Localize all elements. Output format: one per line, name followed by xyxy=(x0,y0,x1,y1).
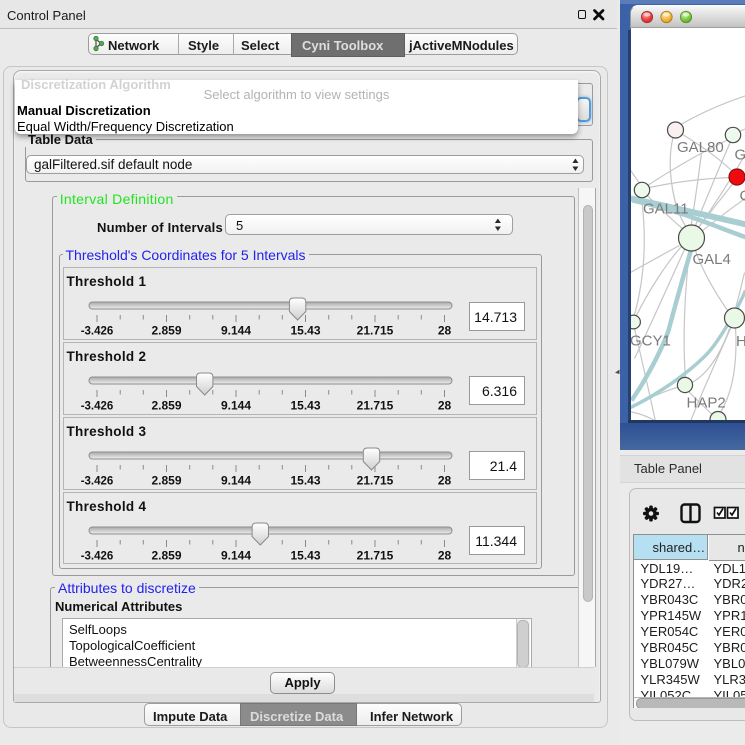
svg-text:9.144: 9.144 xyxy=(221,398,251,412)
svg-text:-3.426: -3.426 xyxy=(81,550,114,562)
svg-text:28: 28 xyxy=(438,398,452,412)
svg-text:GAL80: GAL80 xyxy=(677,139,724,156)
svg-text:-3.426: -3.426 xyxy=(81,326,114,338)
svg-text:28: 28 xyxy=(438,324,452,338)
svg-text:GA: GA xyxy=(734,146,745,163)
svg-text:15.43: 15.43 xyxy=(290,473,320,487)
svg-text:-3.426: -3.426 xyxy=(81,400,114,412)
svg-text:21.715: 21.715 xyxy=(357,398,394,412)
svg-text:HAP2: HAP2 xyxy=(686,394,725,411)
svg-text:15.43: 15.43 xyxy=(290,398,320,412)
svg-text:GAL4: GAL4 xyxy=(692,251,730,268)
svg-text:2.859: 2.859 xyxy=(151,398,181,412)
svg-text:GCY1: GCY1 xyxy=(631,332,671,349)
svg-text:GAL11: GAL11 xyxy=(643,200,689,217)
svg-text:2.859: 2.859 xyxy=(151,324,181,338)
svg-text:2.859: 2.859 xyxy=(151,473,181,487)
svg-text:9.144: 9.144 xyxy=(221,473,251,487)
svg-text:21.715: 21.715 xyxy=(357,548,394,562)
svg-text:9.144: 9.144 xyxy=(221,548,251,562)
svg-text:15.43: 15.43 xyxy=(290,548,320,562)
svg-text:21.715: 21.715 xyxy=(357,324,394,338)
svg-text:28: 28 xyxy=(438,548,452,562)
svg-text:15.43: 15.43 xyxy=(290,324,320,338)
svg-text:C: C xyxy=(739,187,745,204)
svg-text:H: H xyxy=(736,333,745,350)
svg-text:-3.426: -3.426 xyxy=(81,475,114,487)
svg-text:9.144: 9.144 xyxy=(221,324,251,338)
svg-text:2.859: 2.859 xyxy=(151,548,181,562)
svg-text:28: 28 xyxy=(438,473,452,487)
svg-text:21.715: 21.715 xyxy=(357,473,394,487)
